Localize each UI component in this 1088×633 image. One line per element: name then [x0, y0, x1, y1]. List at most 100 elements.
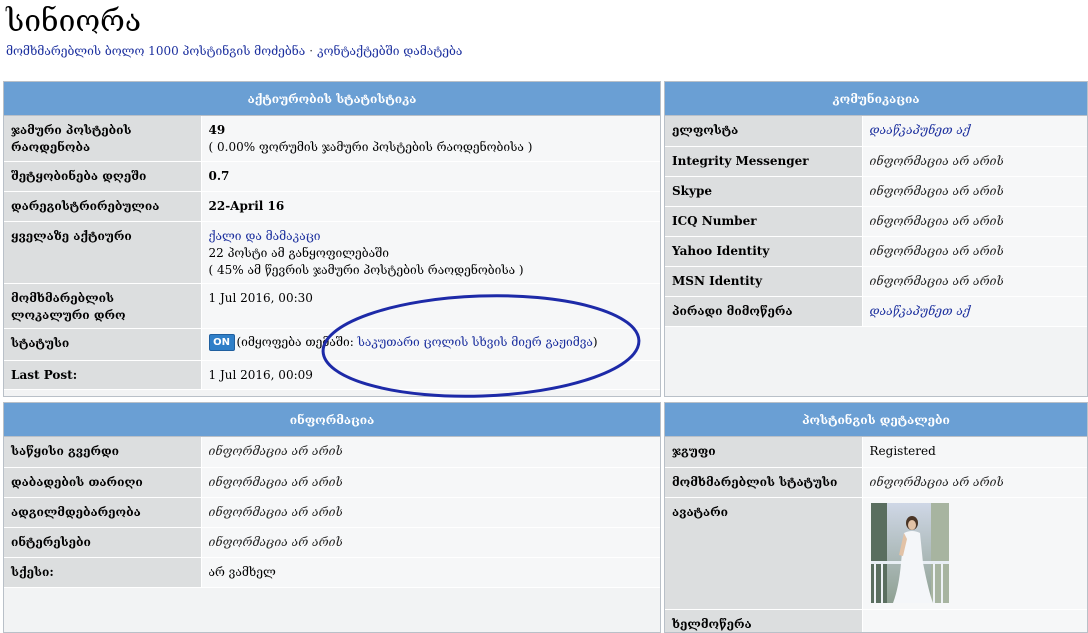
stat-label: შეტყობინება დღეში [4, 161, 202, 192]
stat-value: ქალი და მამაკაცი 22 პოსტი ამ განყოფილება… [201, 221, 660, 284]
posting-details-table: ჯგუფი Registered მომხმარებლის სტატუსი ინ… [665, 437, 1087, 632]
comm-value: დააწკაპუნეთ აქ [862, 116, 1087, 147]
last-post-value: 1 Jul 2016, 00:09 [208, 367, 313, 382]
comm-row-icq: ICQ Number ინფორმაცია არ არის [665, 206, 1087, 237]
activity-panel-title: აქტიურობის სტატისტიკა [4, 82, 660, 116]
information-panel-title: ინფორმაცია [4, 403, 660, 437]
most-active-forum-link[interactable]: ქალი და მამაკაცი [209, 228, 655, 245]
stat-row-status: სტატუსი ON (იმყოფება თემაში: საკუთარი ცოლ… [4, 328, 660, 361]
comm-label: ICQ Number [665, 206, 863, 237]
stat-row-most-active: ყველაზე აქტიური ქალი და მამაკაცი 22 პოსტ… [4, 221, 660, 284]
avatar-image [870, 502, 949, 603]
post-value [862, 609, 1087, 632]
stat-label: სტატუსი [4, 328, 202, 361]
most-active-percent: ( 45% ამ წევრის ჯამური პოსტების რაოდენობ… [208, 262, 524, 277]
comm-row-integrity: Integrity Messenger ინფორმაცია არ არის [665, 146, 1087, 177]
email-link[interactable]: დააწკაპუნეთ აქ [870, 123, 971, 137]
online-status-badge: ON [208, 333, 235, 351]
comm-value: ინფორმაცია არ არის [862, 206, 1087, 237]
profile-header: სინიორა მომხმარებლის ბოლო 1000 პოსტინგის… [6, 2, 1082, 62]
info-label: ადგილმდებარეობა [4, 497, 202, 528]
birthday-value: ინფორმაცია არ არის [208, 474, 343, 489]
comm-value: ინფორმაცია არ არის [862, 146, 1087, 177]
post-row-group: ჯგუფი Registered [665, 437, 1087, 468]
status-prefix: (იმყოფება თემაში: [236, 334, 354, 349]
yahoo-value: ინფორმაცია არ არის [869, 243, 1004, 258]
stat-label: ყველაზე აქტიური [4, 221, 202, 284]
info-row-homepage: საწყისი გვერდი ინფორმაცია არ არის [4, 437, 660, 468]
stat-label: დარეგისტრირებულია [4, 191, 202, 222]
stat-value: 1 Jul 2016, 00:30 [201, 283, 660, 329]
info-row-gender: სქესი: არ ვამხელ [4, 557, 660, 588]
comm-row-msn: MSN Identity ინფორმაცია არ არის [665, 266, 1087, 297]
stat-row-last-post: Last Post: 1 Jul 2016, 00:09 [4, 360, 660, 390]
gender-value: არ ვამხელ [208, 564, 276, 579]
integrity-value: ინფორმაცია არ არის [869, 153, 1004, 168]
comm-label: Yahoo Identity [665, 236, 863, 267]
comm-row-email: ელფოსტა დააწკაპუნეთ აქ [665, 116, 1087, 147]
stat-value: ON (იმყოფება თემაში: საკუთარი ცოლის სხვის… [201, 328, 660, 361]
activity-panel: აქტიურობის სტატისტიკა ჯამური პოსტების რა… [3, 81, 661, 397]
posts-per-day-value: 0.7 [208, 168, 230, 183]
info-label: ინტერესები [4, 527, 202, 558]
user-status-value: ინფორმაცია არ არის [869, 474, 1004, 489]
info-row-birthday: დაბადების თარიღი ინფორმაცია არ არის [4, 467, 660, 498]
stat-row-local-time: მომხმარებლის ლოკალური დრო 1 Jul 2016, 00… [4, 283, 660, 329]
comm-label: Integrity Messenger [665, 146, 863, 177]
comm-label: ელფოსტა [665, 116, 863, 147]
add-contact-link[interactable]: კონტაქტებში დამატება [317, 44, 462, 58]
stat-value: 1 Jul 2016, 00:09 [201, 360, 660, 390]
profile-subnav: მომხმარებლის ბოლო 1000 პოსტინგის მოძებნა… [6, 44, 462, 58]
post-value [862, 497, 1087, 610]
comm-label: პირადი მიმოწერა [665, 296, 863, 327]
comm-row-pm: პირადი მიმოწერა დააწკაპუნეთ აქ [665, 296, 1087, 327]
post-row-signature: ხელმოწერა [665, 609, 1087, 632]
current-topic-link[interactable]: საკუთარი ცოლის სხვის მიერ გაჟიმვა [358, 335, 593, 349]
communication-panel: კომუნიკაცია ელფოსტა დააწკაპუნეთ აქ Integ… [664, 81, 1088, 397]
stat-label: Last Post: [4, 360, 202, 390]
post-label: მომხმარებლის სტატუსი [665, 467, 863, 498]
activity-table: ჯამური პოსტების რაოდენობა 49 ( 0.00% ფორ… [4, 116, 660, 390]
comm-label: Skype [665, 176, 863, 207]
local-time-value: 1 Jul 2016, 00:30 [208, 290, 313, 305]
stat-label: ჯამური პოსტების რაოდენობა [4, 116, 202, 162]
comm-value: ინფორმაცია არ არის [862, 266, 1087, 297]
post-row-avatar: ავატარი [665, 497, 1087, 610]
total-posts-value: 49 [208, 123, 226, 137]
posting-details-panel: პოსტინგის დეტალები ჯგუფი Registered მომხ… [664, 402, 1088, 633]
info-value: ინფორმაცია არ არის [201, 527, 660, 558]
private-message-link[interactable]: დააწკაპუნეთ აქ [870, 304, 971, 318]
comm-value: ინფორმაცია არ არის [862, 236, 1087, 267]
info-label: საწყისი გვერდი [4, 437, 202, 468]
comm-value: ინფორმაცია არ არის [862, 176, 1087, 207]
info-row-interests: ინტერესები ინფორმაცია არ არის [4, 527, 660, 558]
info-label: დაბადების თარიღი [4, 467, 202, 498]
skype-value: ინფორმაცია არ არის [869, 183, 1004, 198]
communication-table: ელფოსტა დააწკაპუნეთ აქ Integrity Messeng… [665, 116, 1087, 327]
stat-value: 49 ( 0.00% ფორუმის ჯამური პოსტების რაოდე… [201, 116, 660, 162]
post-label: ჯგუფი [665, 437, 863, 468]
info-value: ინფორმაცია არ არის [201, 437, 660, 468]
posting-details-panel-title: პოსტინგის დეტალები [665, 403, 1087, 437]
subnav-separator: · [309, 44, 314, 58]
post-label: ავატარი [665, 497, 863, 610]
comm-value: დააწკაპუნეთ აქ [862, 296, 1087, 327]
comm-label: MSN Identity [665, 266, 863, 297]
stat-row-total-posts: ჯამური პოსტების რაოდენობა 49 ( 0.00% ფორ… [4, 116, 660, 162]
profile-username: სინიორა [6, 4, 142, 39]
stat-value: 0.7 [201, 161, 660, 192]
post-value: Registered [862, 437, 1087, 468]
post-row-user-status: მომხმარებლის სტატუსი ინფორმაცია არ არის [665, 467, 1087, 498]
icq-value: ინფორმაცია არ არის [869, 213, 1004, 228]
location-value: ინფორმაცია არ არის [208, 504, 343, 519]
msn-value: ინფორმაცია არ არის [869, 273, 1004, 288]
stat-row-registered: დარეგისტრირებულია 22-April 16 [4, 191, 660, 222]
stat-label: მომხმარებლის ლოკალური დრო [4, 283, 202, 329]
information-table: საწყისი გვერდი ინფორმაცია არ არის დაბადე… [4, 437, 660, 588]
information-panel: ინფორმაცია საწყისი გვერდი ინფორმაცია არ … [3, 402, 661, 633]
post-value: ინფორმაცია არ არის [862, 467, 1087, 498]
group-value: Registered [869, 444, 936, 458]
info-row-location: ადგილმდებარეობა ინფორმაცია არ არის [4, 497, 660, 528]
find-posts-link[interactable]: მომხმარებლის ბოლო 1000 პოსტინგის მოძებნა [6, 44, 305, 58]
info-label: სქესი: [4, 557, 202, 588]
